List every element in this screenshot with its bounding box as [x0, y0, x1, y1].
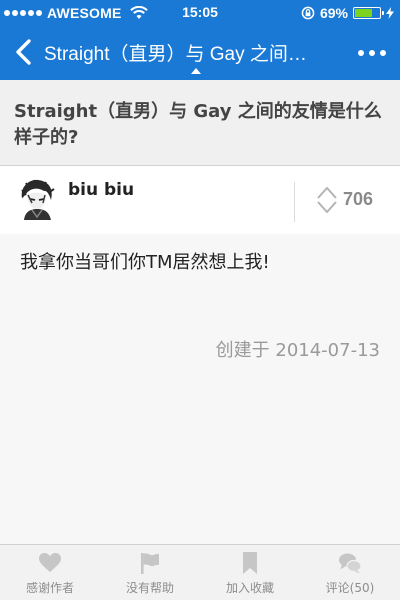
- bottom-toolbar: 感谢作者 没有帮助 加入收藏 评论(50): [0, 544, 400, 600]
- nav-bar: Straight（直男）与 Gay 之间…: [0, 26, 400, 80]
- not-helpful-label: 没有帮助: [125, 581, 174, 595]
- comment-icon: [339, 553, 362, 574]
- vote-count: 706: [343, 189, 374, 209]
- status-right: 69%: [301, 4, 394, 22]
- add-to-collection-button[interactable]: 加入收藏: [200, 545, 300, 600]
- heart-icon: [39, 553, 61, 572]
- answer-content-area: 我拿你当哥们你TM居然想上我! 创建于 2014-07-13: [0, 234, 400, 544]
- charging-bolt-icon: [386, 7, 394, 19]
- vote-divider: [294, 182, 295, 222]
- battery-percent: 69%: [319, 5, 348, 21]
- bookmark-icon: [243, 552, 257, 574]
- created-date: 创建于 2014-07-13: [215, 340, 380, 361]
- thank-author-label: 感谢作者: [25, 581, 74, 595]
- flag-icon: [141, 553, 159, 574]
- avatar[interactable]: [16, 178, 56, 220]
- question-title: Straight（直男）与 Gay 之间的友情是什么样子的?: [14, 101, 382, 148]
- comments-label: 评论(50): [325, 581, 375, 595]
- answer-author-row: biu biu 706: [0, 166, 400, 234]
- title-caret-icon: [191, 68, 201, 74]
- vote-arrows-icon[interactable]: [316, 186, 338, 214]
- author-name[interactable]: biu biu: [68, 180, 134, 200]
- answer-text: 我拿你当哥们你TM居然想上我!: [20, 252, 270, 273]
- thank-author-button[interactable]: 感谢作者: [0, 545, 100, 600]
- battery-icon: [353, 7, 384, 19]
- orientation-lock-icon: [301, 6, 315, 20]
- nav-title[interactable]: Straight（直男）与 Gay 之间…: [44, 39, 344, 66]
- more-dots-icon[interactable]: [358, 50, 386, 56]
- status-bar: AWESOME 15:05 69%: [0, 0, 400, 26]
- comments-button[interactable]: 评论(50): [300, 545, 400, 600]
- header: AWESOME 15:05 69% Straight（直男）与 Gay 之间…: [0, 0, 400, 80]
- add-to-collection-label: 加入收藏: [225, 581, 274, 595]
- back-chevron-icon[interactable]: [12, 38, 36, 66]
- question-header[interactable]: Straight（直男）与 Gay 之间的友情是什么样子的?: [0, 80, 400, 166]
- not-helpful-button[interactable]: 没有帮助: [100, 545, 200, 600]
